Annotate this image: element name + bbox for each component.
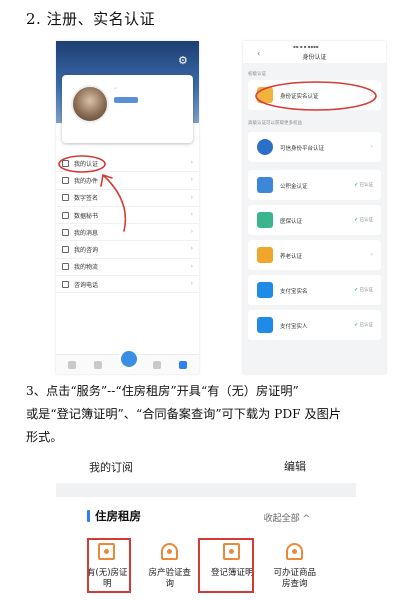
annotation-overlay xyxy=(58,155,127,232)
annotation-overlay xyxy=(255,81,377,111)
section-title: 住房租房 xyxy=(95,509,141,523)
house-icon xyxy=(160,543,178,560)
highlight-box xyxy=(198,538,254,593)
services-screenshot: 我的订阅 编辑 住房租房 收起全部 ^ 有(无)房证明 房产验证查询 登记簿证明… xyxy=(56,445,356,600)
my-subscription-label: 我的订阅 xyxy=(89,461,133,474)
highlight-box xyxy=(87,538,131,593)
section-heading: 2. 注册、实名认证 xyxy=(26,10,156,28)
service-commercial-housing-query[interactable]: 可办证商品 房查询 xyxy=(264,537,327,600)
collapse-all-button[interactable]: 收起全部 ^ xyxy=(264,511,310,524)
instruction-paragraph: 3、点击“服务”--“住房租房”开具“有（无）房证明” 或是“登记簿证明”、“合… xyxy=(26,380,398,449)
house-icon xyxy=(285,543,303,560)
paragraph-line: 或是“登记簿证明”、“合同备案查询”可下载为 PDF 及图片 xyxy=(26,407,342,421)
service-label: 可办证商品 房查询 xyxy=(273,568,316,589)
section-header: 住房租房 xyxy=(87,509,141,523)
divider xyxy=(56,483,356,497)
identity-auth-screenshot: ▪▪ ▪ ▪ ▪▪▪▪ ‹ 身份认证 初级认证 身份证实名认证 › 高级认证可以… xyxy=(243,41,386,374)
edit-button[interactable]: 编辑 xyxy=(284,458,306,474)
paragraph-line: 3、点击“服务”--“住房租房”开具“有（无）房证明” xyxy=(26,384,299,398)
subscription-bar: 我的订阅 编辑 xyxy=(56,445,356,483)
profile-screenshot: ⚙ ◦ 我的认证 › 我的办件 › 数字签名 › 数据秘书 › 我的消息 › 我的咨询 › … xyxy=(56,41,199,374)
service-label: 房产验证查询 xyxy=(148,568,191,589)
service-property-verification[interactable]: 房产验证查询 xyxy=(139,537,202,600)
section-accent-bar xyxy=(87,510,90,522)
